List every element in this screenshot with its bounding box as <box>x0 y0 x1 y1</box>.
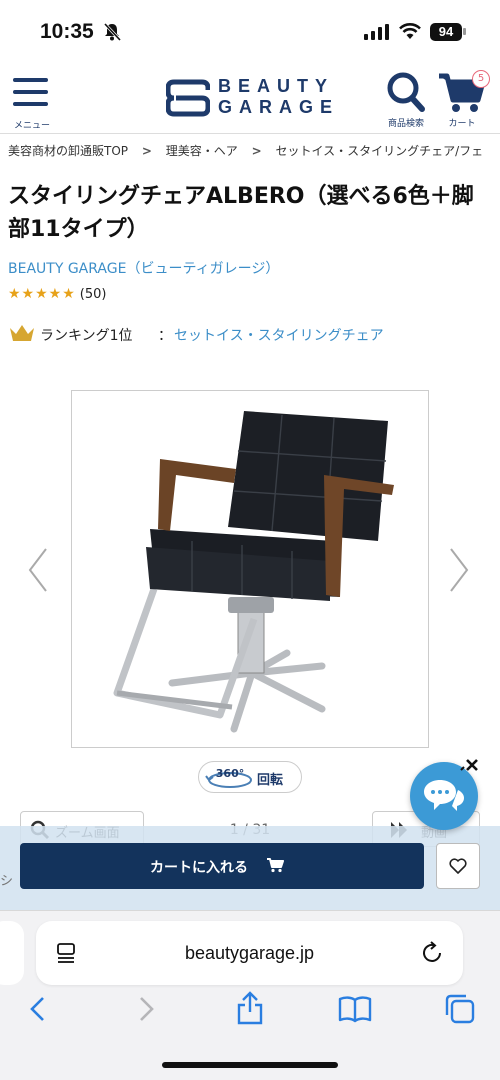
rating[interactable]: ★★★★★ (50) <box>8 286 106 302</box>
crown-icon <box>10 325 34 341</box>
product-image[interactable] <box>71 390 429 748</box>
search-button[interactable]: 商品検索 <box>380 70 432 130</box>
battery-indicator: 94 <box>430 23 462 41</box>
forward-icon[interactable] <box>136 995 156 1023</box>
review-count: (50) <box>79 287 107 302</box>
signal-icon <box>364 24 389 40</box>
menu-icon <box>13 78 48 82</box>
back-icon[interactable] <box>28 995 48 1023</box>
rotate-label: 回転 <box>257 773 284 788</box>
close-icon[interactable] <box>458 756 482 780</box>
site-header: メニュー BEAUTY GARAGE 商品検索 5 カート <box>0 66 500 134</box>
ranking-category-link[interactable]: セットイス・スタイリングチェア <box>174 325 384 345</box>
rotate-360-button[interactable]: 360° 回転 <box>198 761 302 793</box>
battery-tip <box>463 28 466 35</box>
breadcrumb: 美容商材の卸通販TOP > 理美容・ヘア > セットイス・スタイリングチェア/フ… <box>8 142 500 164</box>
cart-icon <box>267 858 284 873</box>
prev-image-arrow-icon[interactable] <box>26 545 50 595</box>
ranking-label: ランキング1位 <box>40 328 133 344</box>
reload-icon[interactable] <box>422 941 444 965</box>
logo-mark-icon <box>166 79 210 117</box>
rotate-360-text: 360° <box>216 767 244 780</box>
home-indicator <box>162 1062 338 1068</box>
url-text: beautygarage.jp <box>184 943 315 963</box>
search-icon <box>387 72 425 112</box>
site-logo[interactable]: BEAUTY GARAGE <box>166 76 336 120</box>
brand-link[interactable]: BEAUTY GARAGE（ビューティガレージ） <box>8 258 279 278</box>
breadcrumb-separator: > <box>141 144 152 158</box>
breadcrumb-separator: > <box>251 144 262 158</box>
add-to-cart-label: カートに入れる <box>150 860 248 876</box>
cart-button[interactable]: 5 カート <box>436 70 492 130</box>
breadcrumb-item-chair[interactable]: セットイス・スタイリングチェア/フェ <box>275 144 483 158</box>
browser-toolbar: beautygarage.jp <box>0 910 500 1080</box>
status-bar: 10:35 94 <box>0 0 500 66</box>
rotate-360-icon: 360° <box>205 767 252 788</box>
product-title: スタイリングチェアALBERO（選べる6色＋脚部11タイプ） <box>8 184 474 242</box>
clock: 10:35 <box>40 20 94 43</box>
ranking-colon: ： <box>158 328 172 344</box>
bookmarks-icon[interactable] <box>338 995 372 1023</box>
favorite-button[interactable] <box>436 843 480 889</box>
purchase-edge-text: シ <box>0 874 14 889</box>
logo-text-beauty: BEAUTY <box>218 76 335 96</box>
menu-icon-bar <box>13 90 48 94</box>
menu-icon-bar <box>13 102 48 106</box>
share-icon[interactable] <box>236 991 264 1025</box>
address-bar[interactable]: beautygarage.jp <box>36 921 463 985</box>
menu-button[interactable]: メニュー <box>10 74 54 131</box>
chair-photo <box>113 411 394 733</box>
add-to-cart-button[interactable]: カートに入れる <box>20 843 424 889</box>
wifi-icon <box>399 23 421 39</box>
search-label: 商品検索 <box>387 119 424 129</box>
cart-label: カート <box>448 119 476 129</box>
bell-muted-icon <box>103 22 122 42</box>
breadcrumb-item-hair[interactable]: 理美容・ヘア <box>166 144 238 158</box>
tabs-icon[interactable] <box>444 993 476 1025</box>
previous-tab[interactable] <box>0 921 24 985</box>
rating-stars: ★★★★★ <box>8 286 76 302</box>
logo-text-garage: GARAGE <box>218 97 340 117</box>
chat-bubble-icon <box>424 780 464 811</box>
menu-label: メニュー <box>13 121 50 131</box>
next-image-arrow-icon[interactable] <box>447 545 471 595</box>
heart-icon <box>449 858 467 874</box>
breadcrumb-item-top[interactable]: 美容商材の卸通販TOP <box>8 144 128 158</box>
cart-count-badge: 5 <box>472 70 490 88</box>
